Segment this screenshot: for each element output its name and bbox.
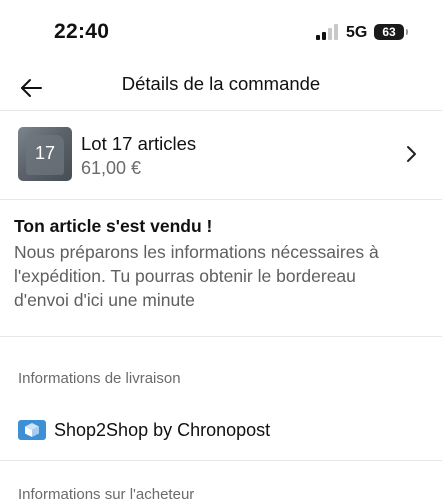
sold-body-line: Nous préparons les informations nécessai… — [14, 242, 379, 262]
header: Détails de la commande — [0, 64, 442, 111]
network-type: 5G — [346, 24, 368, 41]
item-thumbnail-count: 17 — [34, 143, 56, 163]
battery-icon: 63 — [374, 24, 404, 40]
sold-body: Nous préparons les informations nécessai… — [14, 240, 424, 312]
order-item-row[interactable]: 17 Lot 17 articles 61,00 € — [0, 111, 442, 200]
battery-cap — [406, 29, 408, 35]
item-price: 61,00 € — [81, 158, 142, 178]
sold-message: Ton article s'est vendu ! Nous préparons… — [0, 200, 442, 337]
delivery-section-label: Informations de livraison — [18, 370, 181, 387]
shipping-carrier-row: Shop2Shop by Chronopost — [0, 404, 442, 461]
battery-percent: 63 — [382, 25, 396, 39]
status-time: 22:40 — [54, 20, 110, 43]
package-icon — [18, 420, 46, 440]
page-title: Détails de la commande — [121, 73, 321, 94]
buyer-section-label: Informations sur l'acheteur — [18, 486, 195, 503]
sold-title: Ton article s'est vendu ! — [14, 216, 213, 236]
item-thumbnail: 17 — [18, 127, 72, 181]
chevron-right-icon — [407, 146, 416, 162]
sold-body-line: l'expédition. Tu pourras obtenir le bord… — [14, 266, 356, 286]
item-title: Lot 17 articles — [81, 133, 197, 154]
signal-icon — [316, 24, 342, 40]
sold-body-line: d'envoi d'ici une minute — [14, 290, 195, 310]
status-bar: 22:40 5G 63 — [0, 0, 442, 64]
carrier-name: Shop2Shop by Chronopost — [54, 420, 271, 440]
